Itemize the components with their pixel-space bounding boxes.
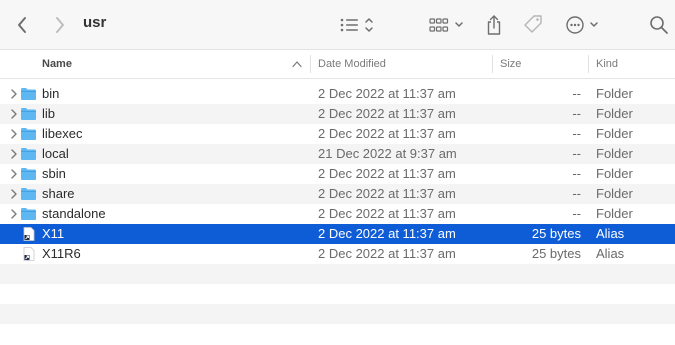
file-row-x11[interactable]: X11 2 Dec 2022 at 11:37 am 25 bytes Alia… bbox=[0, 224, 675, 244]
file-name: X11 bbox=[42, 226, 65, 241]
folder-icon bbox=[21, 188, 36, 200]
disclosure-triangle-icon[interactable] bbox=[9, 128, 19, 140]
file-name: libexec bbox=[42, 126, 83, 141]
share-icon bbox=[487, 15, 501, 35]
column-kind-label: Kind bbox=[596, 58, 619, 70]
column-divider[interactable] bbox=[588, 55, 589, 73]
disclosure-triangle-icon[interactable] bbox=[9, 148, 19, 160]
column-date-header[interactable]: Date Modified bbox=[318, 50, 488, 78]
tag-button[interactable] bbox=[522, 13, 544, 37]
file-date: 2 Dec 2022 at 11:37 am bbox=[318, 186, 456, 201]
file-name: standalone bbox=[42, 206, 106, 221]
empty-row bbox=[0, 284, 675, 304]
file-kind: Folder bbox=[596, 86, 633, 101]
sort-ascending-icon bbox=[292, 61, 302, 68]
file-size: -- bbox=[572, 126, 581, 141]
file-date: 21 Dec 2022 at 9:37 am bbox=[318, 146, 457, 161]
column-name-header[interactable]: Name bbox=[42, 50, 307, 78]
alias-file-icon bbox=[23, 247, 35, 261]
file-name: sbin bbox=[42, 166, 66, 181]
disclosure-triangle-icon[interactable] bbox=[9, 88, 19, 100]
column-header: Name Date Modified Size Kind bbox=[0, 50, 675, 79]
file-kind: Folder bbox=[596, 166, 633, 181]
file-name: local bbox=[42, 146, 69, 161]
disclosure-triangle-icon[interactable] bbox=[9, 208, 19, 220]
file-size: -- bbox=[572, 146, 581, 161]
empty-row bbox=[0, 304, 675, 324]
search-icon bbox=[650, 16, 668, 34]
file-size: 25 bytes bbox=[531, 226, 581, 241]
file-kind: Folder bbox=[596, 126, 633, 141]
column-date-label: Date Modified bbox=[318, 58, 386, 70]
column-size-label: Size bbox=[500, 58, 522, 70]
file-kind: Folder bbox=[596, 186, 633, 201]
file-name: share bbox=[42, 186, 75, 201]
file-date: 2 Dec 2022 at 11:37 am bbox=[318, 246, 456, 261]
file-size: -- bbox=[572, 86, 581, 101]
group-button[interactable] bbox=[428, 13, 466, 37]
folder-icon bbox=[21, 148, 36, 160]
file-date: 2 Dec 2022 at 11:37 am bbox=[318, 206, 456, 221]
folder-icon bbox=[21, 168, 36, 180]
file-kind: Folder bbox=[596, 146, 633, 161]
file-date: 2 Dec 2022 at 11:37 am bbox=[318, 126, 456, 141]
column-name-label: Name bbox=[42, 58, 72, 70]
file-row-sbin[interactable]: sbin 2 Dec 2022 at 11:37 am -- Folder bbox=[0, 164, 675, 184]
file-row-share[interactable]: share 2 Dec 2022 at 11:37 am -- Folder bbox=[0, 184, 675, 204]
window-title: usr bbox=[83, 14, 107, 31]
forward-button[interactable] bbox=[50, 13, 70, 37]
alias-file-icon bbox=[23, 227, 35, 241]
file-row-libexec[interactable]: libexec 2 Dec 2022 at 11:37 am -- Folder bbox=[0, 124, 675, 144]
back-button[interactable] bbox=[12, 13, 32, 37]
column-divider[interactable] bbox=[310, 55, 311, 73]
chevron-right-icon bbox=[56, 17, 64, 33]
file-row-bin[interactable]: bin 2 Dec 2022 at 11:37 am -- Folder bbox=[0, 84, 675, 104]
more-actions-button[interactable] bbox=[564, 13, 602, 37]
chevron-left-icon bbox=[18, 17, 26, 33]
disclosure-triangle-icon[interactable] bbox=[9, 188, 19, 200]
search-button[interactable] bbox=[648, 13, 670, 37]
file-name: X11R6 bbox=[42, 246, 81, 261]
folder-icon bbox=[21, 128, 36, 140]
file-date: 2 Dec 2022 at 11:37 am bbox=[318, 106, 456, 121]
file-row-local[interactable]: local 21 Dec 2022 at 9:37 am -- Folder bbox=[0, 144, 675, 164]
file-size: 25 bytes bbox=[531, 246, 581, 261]
file-size: -- bbox=[572, 206, 581, 221]
file-kind: Alias bbox=[596, 226, 625, 241]
file-row-standalone[interactable]: standalone 2 Dec 2022 at 11:37 am -- Fol… bbox=[0, 204, 675, 224]
file-name: lib bbox=[42, 106, 56, 121]
file-row-x11r6[interactable]: X11R6 2 Dec 2022 at 11:37 am 25 bytes Al… bbox=[0, 244, 675, 264]
file-size: -- bbox=[572, 186, 581, 201]
column-divider[interactable] bbox=[492, 55, 493, 73]
file-row-lib[interactable]: lib 2 Dec 2022 at 11:37 am -- Folder bbox=[0, 104, 675, 124]
file-date: 2 Dec 2022 at 11:37 am bbox=[318, 86, 456, 101]
tag-icon bbox=[524, 15, 542, 33]
file-date: 2 Dec 2022 at 11:37 am bbox=[318, 226, 456, 241]
list-view-icon bbox=[340, 18, 373, 32]
file-size: -- bbox=[572, 166, 581, 181]
folder-icon bbox=[21, 208, 36, 220]
file-size: -- bbox=[572, 106, 581, 121]
empty-row bbox=[0, 324, 675, 344]
empty-row bbox=[0, 264, 675, 284]
file-kind: Folder bbox=[596, 206, 633, 221]
file-kind: Folder bbox=[596, 106, 633, 121]
folder-icon bbox=[21, 88, 36, 100]
file-date: 2 Dec 2022 at 11:37 am bbox=[318, 166, 456, 181]
disclosure-triangle-icon[interactable] bbox=[9, 108, 19, 120]
file-name: bin bbox=[42, 86, 60, 101]
ellipsis-circle-icon bbox=[566, 16, 598, 34]
column-size-header[interactable]: Size bbox=[500, 50, 584, 78]
file-kind: Alias bbox=[596, 246, 625, 261]
column-kind-header[interactable]: Kind bbox=[596, 50, 671, 78]
share-button[interactable] bbox=[484, 12, 504, 38]
folder-icon bbox=[21, 108, 36, 120]
toolbar: usr bbox=[0, 0, 675, 50]
view-options-button[interactable] bbox=[336, 13, 378, 37]
disclosure-triangle-icon[interactable] bbox=[9, 168, 19, 180]
group-by-icon bbox=[429, 18, 463, 32]
file-list: bin 2 Dec 2022 at 11:37 am -- Folder lib… bbox=[0, 84, 675, 344]
